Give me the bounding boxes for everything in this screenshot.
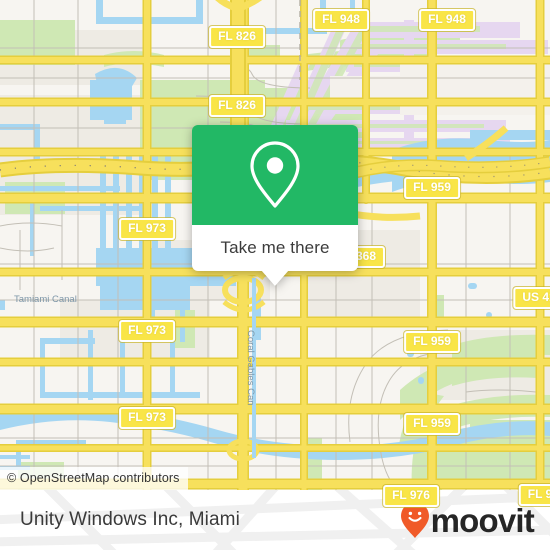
moovit-wordmark: moovit <box>430 501 535 539</box>
popup-header <box>192 125 358 225</box>
place-title: Unity Windows Inc, Miami <box>20 509 240 530</box>
popup-pointer <box>261 270 289 286</box>
footer-bar: Unity Windows Inc, Miami moovit <box>0 490 550 550</box>
moovit-map-screenshot: © OpenStreetMap contributors Tamiami Can… <box>0 0 550 550</box>
map-popup[interactable]: Take me there <box>192 125 358 286</box>
popup-footer[interactable]: Take me there <box>192 225 358 286</box>
take-me-there-label: Take me there <box>220 238 330 257</box>
osm-attribution[interactable]: © OpenStreetMap contributors <box>0 467 188 490</box>
moovit-logo[interactable]: moovit <box>400 501 535 539</box>
map-pin-icon <box>250 141 300 208</box>
moovit-smiley-pin-icon <box>400 502 429 538</box>
